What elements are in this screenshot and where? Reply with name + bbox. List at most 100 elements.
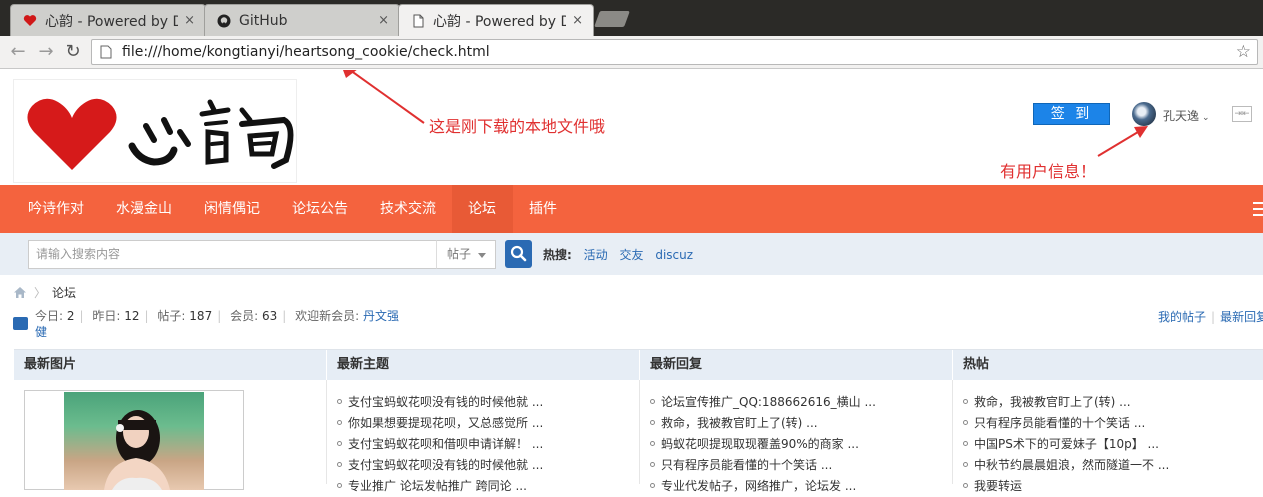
list-item[interactable]: 专业推广 论坛发帖推广 跨同论 ... — [327, 476, 639, 497]
divider: | — [79, 309, 84, 323]
stats-yesterday: 12 — [124, 309, 140, 323]
list-item[interactable]: 论坛宣传推广_QQ:188662616_横山 ... — [640, 392, 952, 413]
reload-icon[interactable]: ↻ — [63, 42, 83, 62]
topic-link[interactable]: 你如果想要提现花呗，又总感觉所 ... — [348, 416, 543, 430]
reply-link[interactable]: 蚂蚁花呗提现取现覆盖90%的商家 ... — [661, 437, 859, 451]
reply-link[interactable]: 救命，我被教官盯上了(转) ... — [661, 416, 818, 430]
list-item[interactable]: 专业代发帖子，网络推广，论坛发 ... — [640, 476, 952, 497]
home-icon[interactable] — [13, 286, 27, 299]
search-button[interactable] — [505, 240, 532, 268]
list-item[interactable]: 只有程序员能看懂的十个笑话 ... — [953, 413, 1263, 434]
list-item[interactable]: 蚂蚁花呗提现取现覆盖90%的商家 ... — [640, 434, 952, 455]
tab-xinyun-1[interactable]: 心韵 - Powered by D × — [10, 4, 206, 36]
breadcrumb: 〉 论坛 — [13, 284, 76, 301]
bookmark-star-icon[interactable]: ☆ — [1236, 42, 1251, 62]
back-arrow-icon[interactable]: ← — [8, 42, 28, 62]
reply-link[interactable]: 只有程序员能看懂的十个笑话 ... — [661, 458, 832, 472]
tab-xinyun-active[interactable]: 心韵 - Powered by D × — [398, 4, 594, 36]
latest-replies-link[interactable]: 最新回复 — [1220, 310, 1263, 324]
list-item[interactable]: 只有程序员能看懂的十个笑话 ... — [640, 455, 952, 476]
tab-close-icon[interactable]: × — [184, 13, 195, 28]
tab-title: GitHub — [239, 12, 288, 29]
list-item[interactable]: 支付宝蚂蚁花呗没有钱的时候他就 ... — [327, 392, 639, 413]
nav-item[interactable]: 水漫金山 — [100, 185, 188, 233]
search-type-select[interactable]: 帖子 — [436, 240, 496, 269]
address-bar[interactable]: file:///home/kongtianyi/heartsong_cookie… — [91, 39, 1258, 65]
stats-chart-icon — [13, 317, 28, 330]
hot-search-link[interactable]: 交友 — [619, 248, 643, 262]
menu-icon[interactable] — [1253, 202, 1263, 216]
username-menu[interactable]: 孔天逸 ⌄ — [1163, 107, 1210, 124]
annotation-user-info: 有用户信息！ — [1000, 162, 1097, 181]
reply-link[interactable]: 论坛宣传推广_QQ:188662616_横山 ... — [661, 395, 876, 409]
hot-post-link[interactable]: 中秋节约晨晨姐浪，然而隧道一不 ... — [974, 458, 1169, 472]
new-member-link[interactable]: 丹文强 — [363, 309, 399, 323]
dropdown-arrow-icon — [478, 253, 486, 258]
stats-label: 欢迎新会员: — [295, 309, 360, 323]
hot-post-link[interactable]: 只有程序员能看懂的十个笑话 ... — [974, 416, 1145, 430]
nav-item[interactable]: 插件 — [513, 185, 573, 233]
bullet-icon — [963, 483, 968, 488]
forum-stats: 今日: 2 | 昨日: 12 | 帖子: 187 | 会员: 63 | 欢迎新会员: 丹… — [13, 308, 433, 340]
new-tab-button[interactable] — [594, 11, 630, 27]
hot-post-link[interactable]: 救命，我被教官盯上了(转) ... — [974, 395, 1131, 409]
breadcrumb-current: 论坛 — [52, 286, 77, 300]
reply-link[interactable]: 专业代发帖子，网络推广，论坛发 ... — [661, 479, 856, 493]
list-item[interactable]: 我要转运 — [953, 476, 1263, 497]
search-icon — [510, 245, 527, 262]
latest-image-frame[interactable] — [24, 390, 244, 490]
breadcrumb-separator: 〉 — [34, 286, 47, 300]
nav-item[interactable]: 技术交流 — [364, 185, 452, 233]
divider: | — [1211, 310, 1216, 324]
topic-link[interactable]: 支付宝蚂蚁花呗和借呗申请详解！ ... — [348, 437, 543, 451]
list-item[interactable]: 中秋节约晨晨姐浪，然而隧道一不 ... — [953, 455, 1263, 476]
new-member-link-cont[interactable]: 健 — [35, 325, 47, 339]
list-item[interactable]: 支付宝蚂蚁花呗和借呗申请详解！ ... — [327, 434, 639, 455]
nav-item[interactable]: 吟诗作对 — [12, 185, 100, 233]
tab-github[interactable]: GitHub × — [204, 4, 400, 36]
hot-search-label: 热搜: — [543, 248, 572, 262]
hot-post-link[interactable]: 中国PS术下的可爱妹子【10p】 ... — [974, 437, 1159, 451]
hot-search-link[interactable]: 活动 — [584, 248, 608, 262]
hot-post-link[interactable]: 我要转运 — [974, 479, 1022, 493]
browser-tab-strip: 心韵 - Powered by D × GitHub × 心韵 - Powere… — [0, 0, 1263, 36]
nav-item-forum-active[interactable]: 论坛 — [452, 185, 513, 233]
bullet-icon — [650, 399, 655, 404]
list-item[interactable]: 你如果想要提现花呗，又总感觉所 ... — [327, 413, 639, 434]
heart-favicon-icon — [23, 14, 37, 28]
expand-width-icon[interactable]: ⇥⇤ — [1232, 106, 1252, 122]
list-item[interactable]: 救命，我被教官盯上了(转) ... — [953, 392, 1263, 413]
stats-posts: 187 — [189, 309, 213, 323]
bullet-icon — [650, 441, 655, 446]
tab-close-icon[interactable]: × — [572, 13, 583, 28]
list-item[interactable]: 中国PS术下的可爱妹子【10p】 ... — [953, 434, 1263, 455]
topic-link[interactable]: 支付宝蚂蚁花呗没有钱的时候他就 ... — [348, 395, 543, 409]
latest-image[interactable] — [64, 392, 204, 490]
search-input[interactable]: 请输入搜索内容 — [28, 240, 437, 269]
nav-item[interactable]: 论坛公告 — [276, 185, 364, 233]
stats-label: 昨日: — [92, 309, 121, 323]
stats-members: 63 — [261, 309, 278, 323]
tab-close-icon[interactable]: × — [378, 13, 389, 28]
avatar[interactable] — [1132, 102, 1156, 126]
list-item[interactable]: 支付宝蚂蚁花呗没有钱的时候他就 ... — [327, 455, 639, 476]
latest-topics-list: 支付宝蚂蚁花呗没有钱的时候他就 ... 你如果想要提现花呗，又总感觉所 ... … — [327, 380, 639, 497]
document-favicon-icon — [411, 14, 425, 28]
latest-replies-column: 论坛宣传推广_QQ:188662616_横山 ... 救命，我被教官盯上了(转)… — [640, 380, 953, 493]
bullet-icon — [650, 420, 655, 425]
my-posts-link[interactable]: 我的帖子 — [1158, 310, 1206, 324]
url-text: file:///home/kongtianyi/heartsong_cookie… — [122, 44, 490, 60]
topic-link[interactable]: 支付宝蚂蚁花呗没有钱的时候他就 ... — [348, 458, 543, 472]
chevron-down-icon: ⌄ — [1202, 113, 1210, 123]
user-quick-links: 我的帖子 | 最新回复 — [1158, 308, 1263, 325]
list-item[interactable]: 救命，我被教官盯上了(转) ... — [640, 413, 952, 434]
hot-posts-column: 救命，我被教官盯上了(转) ... 只有程序员能看懂的十个笑话 ... 中国PS… — [953, 380, 1263, 493]
hot-search-link[interactable]: discuz — [655, 248, 693, 262]
hot-posts-list: 救命，我被教官盯上了(转) ... 只有程序员能看懂的十个笑话 ... 中国PS… — [953, 380, 1263, 497]
signin-button[interactable]: 签 到 — [1033, 103, 1110, 125]
topic-link[interactable]: 专业推广 论坛发帖推广 跨同论 ... — [348, 479, 527, 493]
nav-item[interactable]: 闲情偶记 — [188, 185, 276, 233]
forward-arrow-icon[interactable]: → — [36, 42, 56, 62]
search-type-value: 帖子 — [447, 247, 472, 261]
main-nav: 吟诗作对 水漫金山 闲情偶记 论坛公告 技术交流 论坛 插件 — [0, 185, 1263, 233]
